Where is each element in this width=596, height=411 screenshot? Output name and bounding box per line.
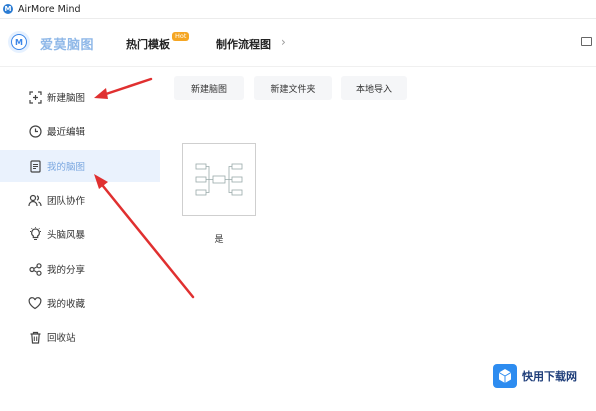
- clock-icon: [28, 124, 42, 138]
- sidebar-item-label: 最近编辑: [47, 127, 86, 138]
- app-icon: M: [3, 4, 13, 14]
- sidebar-item-my-mindmaps[interactable]: 我的脑图: [0, 150, 160, 182]
- sidebar-item-label: 新建脑图: [47, 93, 86, 104]
- team-icon: [28, 193, 42, 207]
- monitor-icon[interactable]: [581, 37, 592, 46]
- sidebar-item-label: 我的脑图: [47, 162, 86, 173]
- watermark-text: 快用下载网: [522, 370, 577, 383]
- hot-badge: Hot: [172, 32, 190, 41]
- heart-icon: [28, 296, 42, 310]
- title-bar: M AirMore Mind: [0, 0, 596, 19]
- sidebar-item-label: 头脑风暴: [47, 230, 86, 241]
- trash-icon: [28, 330, 42, 344]
- tab-flowchart[interactable]: 制作流程图: [216, 36, 271, 52]
- sidebar-item-trash[interactable]: 回收站: [0, 321, 160, 353]
- sidebar-item-label: 团队协作: [47, 196, 86, 207]
- logo-letter: M: [11, 34, 27, 50]
- lightbulb-icon: [28, 227, 42, 241]
- new-file-icon: [28, 90, 42, 104]
- sidebar-item-recent[interactable]: 最近编辑: [0, 115, 160, 147]
- mindmap-thumbnail-icon: [195, 163, 243, 196]
- new-mindmap-button[interactable]: 新建脑图: [174, 76, 244, 100]
- watermark: 快用下载网: [493, 362, 577, 390]
- share-icon: [28, 262, 42, 276]
- brand-name[interactable]: 爱莫脑图: [40, 34, 94, 53]
- sidebar-item-label: 我的收藏: [47, 299, 86, 310]
- sidebar-item-share[interactable]: 我的分享: [0, 253, 160, 285]
- chevron-right-icon[interactable]: ›: [281, 35, 286, 49]
- sidebar-item-label: 回收站: [47, 333, 76, 344]
- sidebar: 新建脑图 最近编辑 我的脑图 团队协作 头脑风暴 我的分享 我的收藏 回收站: [0, 67, 160, 411]
- new-folder-button[interactable]: 新建文件夹: [254, 76, 332, 100]
- file-name[interactable]: 是: [182, 232, 256, 245]
- app-header: M 爱莫脑图 热门模板 Hot 制作流程图 ›: [0, 19, 596, 67]
- sidebar-item-brainstorm[interactable]: 头脑风暴: [0, 218, 160, 250]
- document-icon: [28, 159, 42, 173]
- window-title: AirMore Mind: [18, 3, 81, 15]
- sidebar-item-favorites[interactable]: 我的收藏: [0, 287, 160, 319]
- sidebar-item-label: 我的分享: [47, 265, 86, 276]
- sidebar-item-team[interactable]: 团队协作: [0, 184, 160, 216]
- local-import-button[interactable]: 本地导入: [341, 76, 407, 100]
- logo-icon[interactable]: M: [8, 31, 30, 53]
- sidebar-item-new-mindmap[interactable]: 新建脑图: [0, 81, 160, 113]
- tab-hot-templates[interactable]: 热门模板: [126, 36, 170, 52]
- file-card[interactable]: [182, 143, 256, 216]
- cube-icon: [493, 364, 517, 388]
